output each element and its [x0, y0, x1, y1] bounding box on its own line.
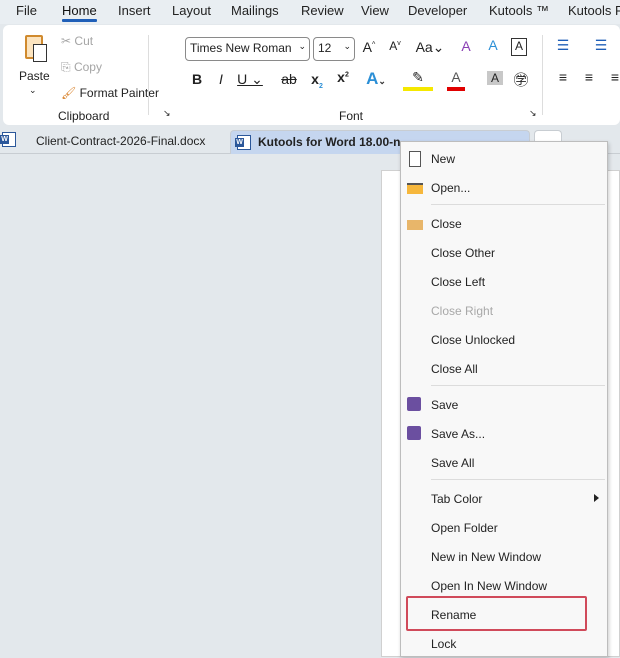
chevron-down-icon: ⌄: [29, 85, 37, 95]
font-dialog-launcher-icon[interactable]: ↘: [529, 108, 537, 119]
tab-view[interactable]: View: [361, 0, 389, 18]
menu-item-close-all[interactable]: Close All: [401, 354, 607, 383]
strikethrough-icon[interactable]: ab: [279, 71, 299, 87]
align-right-icon[interactable]: ≡: [605, 69, 620, 85]
tab-home[interactable]: Home: [62, 0, 97, 22]
menu-item-new-in-new-window[interactable]: New in New Window: [401, 542, 607, 571]
align-left-icon[interactable]: ≡: [553, 69, 573, 85]
shrink-font-icon[interactable]: Av: [385, 39, 405, 53]
font-size-select[interactable]: 12 ⌄: [313, 37, 355, 61]
menu-item-close-right: Close Right: [431, 304, 494, 318]
save-icon: [407, 397, 421, 411]
menu-item-close-other[interactable]: Close Other: [401, 238, 607, 267]
paste-button[interactable]: Paste ⌄: [17, 31, 53, 101]
font-name-select[interactable]: Times New Roman ⌄: [185, 37, 310, 61]
clear-formatting-icon[interactable]: A: [456, 38, 476, 54]
menu-item-close-unlocked[interactable]: Close Unlocked: [401, 325, 607, 354]
save-as-icon: [407, 426, 421, 440]
font-group-label: Font: [339, 109, 364, 123]
bold-icon[interactable]: B: [187, 71, 207, 87]
menu-item-open[interactable]: Open...: [401, 173, 607, 202]
italic-icon[interactable]: I: [211, 71, 231, 87]
submenu-arrow-icon: [594, 494, 599, 502]
menu-item-open-folder[interactable]: Open Folder: [401, 513, 607, 542]
menu-item-new[interactable]: New: [401, 144, 607, 173]
menu-item-lock[interactable]: Lock: [401, 629, 607, 658]
rename-highlight-box: [406, 596, 587, 631]
superscript-icon[interactable]: x2: [333, 69, 353, 85]
ribbon: Paste ⌄ ✂ Cut ⎘ Copy 🖌 Format Painter Cl…: [3, 25, 620, 125]
subscript-icon[interactable]: x2: [307, 71, 327, 90]
new-document-icon: [409, 151, 421, 167]
scissors-icon: ✂: [61, 34, 72, 48]
menu-item-tab-color[interactable]: Tab Color: [401, 484, 607, 513]
numbering-icon[interactable]: ☰: [591, 37, 611, 54]
phonetic-guide-icon[interactable]: A: [483, 37, 503, 53]
tab-developer[interactable]: Developer: [408, 0, 467, 18]
tab-layout[interactable]: Layout: [172, 0, 211, 18]
tab-file[interactable]: File: [16, 0, 37, 18]
folder-close-icon: [407, 220, 423, 230]
font-color-icon[interactable]: A: [447, 69, 465, 91]
clipboard-group-label: Clipboard: [58, 109, 110, 123]
character-border-icon[interactable]: A: [511, 38, 527, 56]
tab-kutools-plus[interactable]: Kutools Plus: [568, 0, 620, 18]
word-icon: [235, 135, 251, 150]
tab-review[interactable]: Review: [301, 0, 344, 18]
underline-icon[interactable]: U ⌄: [235, 71, 265, 88]
menu-item-close[interactable]: Close: [401, 209, 607, 238]
tab-kutools[interactable]: Kutools ™: [489, 0, 549, 18]
change-case-icon[interactable]: Aa⌄: [415, 39, 445, 56]
word-icon: [0, 132, 18, 152]
enclose-characters-icon[interactable]: ㊫: [511, 69, 531, 90]
cut-button[interactable]: ✂ Cut: [61, 34, 93, 48]
document-tab[interactable]: Client-Contract-2026-Final.docx: [20, 130, 225, 154]
text-effects-icon[interactable]: A⌄: [361, 69, 391, 89]
format-painter-button[interactable]: 🖌 Format Painter: [61, 86, 159, 100]
grow-font-icon[interactable]: A^: [359, 39, 379, 55]
tab-mailings[interactable]: Mailings: [231, 0, 279, 18]
menu-item-save-as[interactable]: Save As...: [401, 419, 607, 448]
menu-item-save[interactable]: Save: [401, 390, 607, 419]
highlight-icon[interactable]: ✎: [403, 69, 433, 91]
character-shading-icon[interactable]: A: [487, 71, 503, 85]
ribbon-tabs: File Home Insert Layout Mailings Review …: [0, 0, 620, 24]
menu-item-close-left[interactable]: Close Left: [401, 267, 607, 296]
align-center-icon[interactable]: ≡: [579, 69, 599, 85]
brush-icon: 🖌: [61, 86, 77, 100]
menu-item-save-all[interactable]: Save All: [401, 448, 607, 477]
folder-open-icon: [407, 183, 423, 194]
tab-insert[interactable]: Insert: [118, 0, 151, 18]
dialog-launcher-icon[interactable]: ↘: [163, 108, 171, 119]
bullets-icon[interactable]: ☰: [553, 37, 573, 54]
copy-button[interactable]: ⎘ Copy: [61, 60, 102, 75]
copy-icon: ⎘: [61, 60, 71, 74]
tab-context-menu: New Open... Close Close Other Close Left…: [400, 141, 608, 657]
